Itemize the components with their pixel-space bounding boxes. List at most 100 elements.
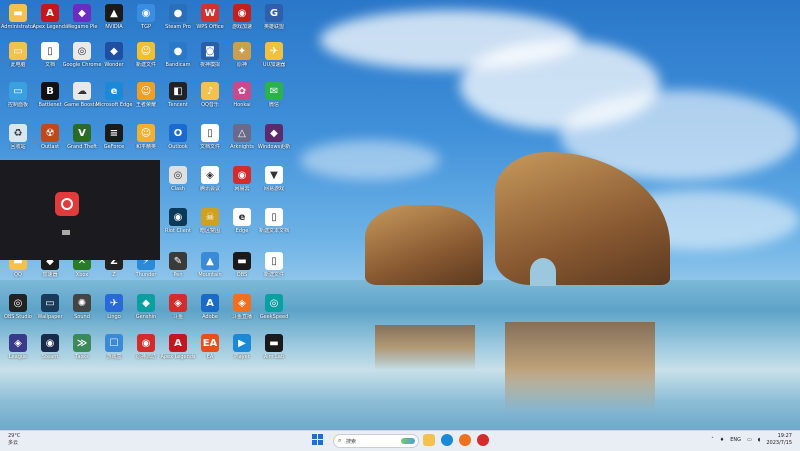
desktop-icon[interactable]: ▲ NVIDIA	[96, 2, 132, 42]
search-highlight-icon	[401, 438, 415, 444]
desktop-icon[interactable]: A Apex Legends	[160, 332, 196, 372]
desktop-icon-image: ◎	[9, 294, 27, 312]
desktop-icon[interactable]: ▯ 文档	[32, 40, 68, 80]
desktop-icon[interactable]: EA EA	[192, 332, 228, 372]
desktop-icon[interactable]: ☁ Game Booster	[64, 80, 100, 120]
desktop-icon[interactable]: ♻ 回收站	[0, 122, 36, 162]
app-taskbar-icon[interactable]	[477, 434, 489, 446]
desktop-icon[interactable]: ◧ Tencent	[160, 80, 196, 120]
desktop-icon[interactable]: ▯ 文档文件	[192, 122, 228, 162]
desktop-icon[interactable]: e Microsoft Edge	[96, 80, 132, 120]
desktop-icon-image: ✈	[265, 42, 283, 60]
desktop-icon[interactable]: △ Arknights	[224, 122, 260, 162]
desktop-icon[interactable]: ✺ Sound	[64, 292, 100, 332]
edge-taskbar-icon[interactable]	[441, 434, 453, 446]
desktop-icon[interactable]: ◎ Clash	[160, 164, 196, 204]
desktop-icon[interactable]: W WPS Office	[192, 2, 228, 42]
desktop-icon[interactable]: ◉ Steam	[32, 332, 68, 372]
desktop-icon[interactable]: ◉ TGP	[128, 2, 164, 42]
search-placeholder: 搜索	[346, 439, 357, 445]
desktop-icon[interactable]: ◈ League	[0, 332, 36, 372]
desktop-icon[interactable]: O Outlook	[160, 122, 196, 162]
weather-widget[interactable]: 29°C 多云	[8, 433, 20, 447]
chrome-taskbar-icon[interactable]	[459, 434, 471, 446]
start-button[interactable]	[312, 434, 324, 446]
desktop-icon-image: ◆	[105, 42, 123, 60]
desktop-icon[interactable]: ☺ 和平精英	[128, 122, 164, 162]
desktop-icon[interactable]: V Grand Theft	[64, 122, 100, 162]
desktop-icon-image: ▭	[41, 294, 59, 312]
ime-indicator[interactable]: ENG	[730, 437, 741, 443]
desktop-icon[interactable]: ▯ 新建文本文档	[256, 206, 292, 246]
desktop-icon[interactable]: ◎ Google Chrome	[63, 40, 101, 80]
desktop-icon[interactable]: ✈ Lingo	[96, 292, 132, 332]
desktop-icon[interactable]: ▬ OBS	[224, 250, 260, 290]
desktop-icon[interactable]: ◆ Wonder	[96, 40, 132, 80]
desktop-icon[interactable]: ♪ QQ音乐	[192, 80, 228, 120]
desktop-icon[interactable]: A Adobe	[192, 292, 228, 332]
desktop-icon-image: V	[73, 124, 91, 142]
desktop-icon[interactable]: ▭ Wallpaper	[32, 292, 68, 332]
desktop-icon[interactable]: ☠ 暗区突围	[192, 206, 228, 246]
desktop-icon[interactable]: B Battlenet	[32, 80, 68, 120]
desktop-icon[interactable]: ✉ 微信	[256, 80, 292, 120]
desktop-icon-image: G	[265, 4, 283, 22]
desktop-icon[interactable]: ◎ GeekSpeed	[256, 292, 292, 332]
clock[interactable]: 19:27 2023/7/15	[766, 433, 792, 447]
desktop-icon[interactable]: ◈ 斗鱼	[160, 292, 196, 332]
desktop-icon[interactable]: ≡ GeForce	[96, 122, 132, 162]
desktop-icon-image: ☠	[201, 208, 219, 226]
desktop-icon[interactable]: G 英雄联盟	[256, 2, 292, 42]
desktop-icon-image: ◆	[265, 124, 283, 142]
desktop-icon[interactable]: ◆ Windows更新	[256, 122, 292, 162]
desktop-icon-image: B	[41, 82, 59, 100]
microphone-icon[interactable]: ♦	[720, 437, 724, 443]
desktop-icon[interactable]: ≫ Tasks	[64, 332, 100, 372]
desktop-icon[interactable]: ◈ 腾讯会议	[192, 164, 228, 204]
desktop-icon[interactable]: ▲ Mountain	[192, 250, 228, 290]
file-explorer-taskbar-icon[interactable]	[423, 434, 435, 446]
desktop-icon-image: ▭	[9, 82, 27, 100]
desktop-icon[interactable]: ▬ Administrator	[0, 2, 36, 42]
desktop-icon[interactable]: ● Bandicam	[160, 40, 196, 80]
desktop-icon[interactable]: ◆ Genshin	[128, 292, 164, 332]
network-icon[interactable]: ▭	[747, 437, 752, 443]
desktop-icon[interactable]: ● Steam Pro	[160, 2, 196, 42]
desktop-icon[interactable]: ◉ 网易云	[224, 164, 260, 204]
desktop-icon[interactable]: ◎ OBS Studio	[0, 292, 36, 332]
desktop-icon[interactable]: ▯ 新建文件	[256, 250, 292, 290]
desktop-icon[interactable]: ☢ Outlast	[32, 122, 68, 162]
desktop-icon-image: A	[201, 294, 219, 312]
search-box[interactable]: ⌕ 搜索	[333, 434, 419, 448]
desktop-icon[interactable]: ☺ 王者荣耀	[128, 80, 164, 120]
desktop-icon-image: A	[41, 4, 59, 22]
desktop-icon-image: ☁	[73, 82, 91, 100]
desktop-icon[interactable]: ☐ 游戏盒	[96, 332, 132, 372]
chevron-up-icon[interactable]: ˄	[711, 437, 714, 443]
desktop-icon-image: A	[169, 334, 187, 352]
desktop-icon-image: ▯	[201, 124, 219, 142]
desktop-icon[interactable]: ☺ 新建文件	[128, 40, 164, 80]
desktop-icon[interactable]: ▶ Player	[224, 332, 260, 372]
wallpaper-reflection-left	[375, 325, 475, 370]
desktop-icon[interactable]: ◉ 游戏加速	[224, 2, 260, 42]
desktop-icon[interactable]: ✈ UU加速器	[256, 40, 292, 80]
desktop-icon[interactable]: ◙ 夜神模拟	[192, 40, 228, 80]
desktop-icon[interactable]: ✦ 原神	[224, 40, 260, 80]
desktop-icon[interactable]: ◉ 原神启动	[128, 332, 164, 372]
desktop-icon[interactable]: e Edge	[224, 206, 260, 246]
desktop-icon[interactable]: ◉ Riot Client	[160, 206, 196, 246]
desktop-icon[interactable]: ▼ 网易游戏	[256, 164, 292, 204]
desktop-icon[interactable]: ✎ Pen	[160, 250, 196, 290]
desktop-icon-image: ≡	[105, 124, 123, 142]
volume-icon[interactable]: ◖	[758, 437, 761, 443]
desktop-icon[interactable]: ▭ 控制面板	[0, 80, 36, 120]
desktop-icon[interactable]: ▭ 此电脑	[0, 40, 36, 80]
desktop-icon[interactable]: ✿ Honkai	[224, 80, 260, 120]
desktop-icon[interactable]: A Apex Legends	[32, 2, 68, 42]
app-launch-window[interactable]	[0, 160, 160, 260]
desktop-icon[interactable]: ◈ 斗鱼直播	[224, 292, 260, 332]
wallpaper-cloud	[300, 140, 440, 180]
desktop-icon[interactable]: ◆ Wegame Ple	[64, 2, 100, 42]
desktop-icon[interactable]: ▬ Aim Lab	[256, 332, 292, 372]
